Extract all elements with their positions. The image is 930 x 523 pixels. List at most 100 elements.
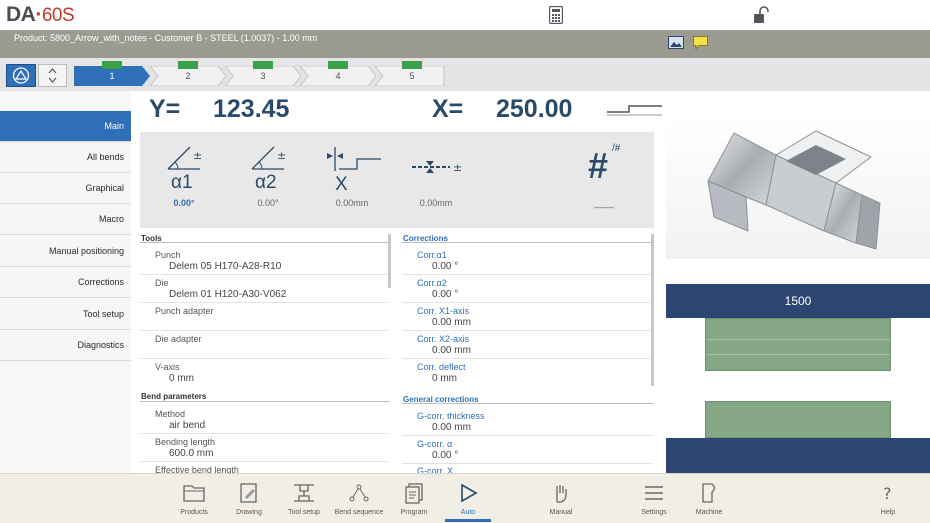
tool-row-value[interactable]: 0 mm bbox=[169, 373, 194, 384]
toolbar-label: Settings bbox=[641, 509, 667, 516]
unlock-icon[interactable] bbox=[753, 6, 769, 24]
die-holder-bar bbox=[666, 438, 930, 473]
sidebar-item-macro[interactable]: Macro bbox=[0, 204, 131, 235]
bend-param-value[interactable]: air bend bbox=[169, 420, 205, 431]
auto-button[interactable]: Auto bbox=[438, 474, 498, 522]
tool-length-bar: 1500 bbox=[666, 284, 930, 318]
note-icon[interactable] bbox=[693, 36, 708, 50]
bend-sequence-icon bbox=[349, 484, 369, 502]
lower-tool-block[interactable] bbox=[705, 401, 891, 438]
products-button[interactable]: Products bbox=[164, 474, 224, 522]
sidebar-item-main[interactable]: Main bbox=[0, 111, 131, 142]
step-done-marker bbox=[402, 61, 422, 69]
svg-text:±: ± bbox=[193, 149, 202, 162]
sidebar-item-manual-positioning[interactable]: Manual positioning bbox=[0, 236, 131, 267]
logo-model: 60S bbox=[41, 5, 75, 26]
step-label: 1 bbox=[109, 71, 115, 81]
divider bbox=[402, 330, 652, 331]
correction-row-label: Corr. X2-axis bbox=[417, 334, 470, 344]
step-done-marker bbox=[178, 61, 198, 69]
product-3d-view[interactable] bbox=[666, 113, 930, 259]
upper-tool-block[interactable] bbox=[705, 318, 891, 371]
svg-text:±: ± bbox=[453, 161, 462, 174]
x-axis-value: 250.00 bbox=[496, 95, 573, 123]
correction-row-label: Corr. X1-axis bbox=[417, 306, 470, 316]
toolbar-label: Auto bbox=[460, 509, 476, 516]
sidebar-item-graphical[interactable]: Graphical bbox=[0, 173, 131, 204]
sidebar-item-label: Macro bbox=[98, 214, 124, 224]
correction-row-value[interactable]: 0.00 ° bbox=[432, 261, 458, 272]
divider bbox=[140, 433, 388, 434]
correction-row-value[interactable]: 0.00 mm bbox=[432, 317, 471, 328]
picture-icon[interactable] bbox=[668, 36, 684, 49]
sidebar-item-diagnostics[interactable]: Diagnostics bbox=[0, 330, 131, 361]
sidebar-item-label: Manual positioning bbox=[48, 246, 124, 256]
toolbar-label: Program bbox=[400, 509, 428, 516]
sidebar-item-tool-setup[interactable]: Tool setup bbox=[0, 299, 131, 330]
product-bar: Product: 5800_Arrow_with_notes - Custome… bbox=[0, 30, 930, 58]
sidebar-item-label: Tool setup bbox=[82, 309, 124, 319]
tools-scrollbar[interactable] bbox=[388, 234, 391, 288]
machine-button[interactable]: Machine bbox=[679, 474, 739, 522]
bend-sequence-button[interactable]: Bend sequence bbox=[329, 474, 389, 522]
robot-icon bbox=[12, 67, 30, 84]
robot-mode-button[interactable] bbox=[6, 64, 36, 87]
toolbar-label: Machine bbox=[695, 509, 723, 516]
bend-param-value[interactable]: 600.0 mm bbox=[169, 448, 213, 459]
hand-icon bbox=[556, 485, 567, 503]
svg-text:±: ± bbox=[277, 149, 286, 162]
correction-row-value[interactable]: 0.00 ° bbox=[432, 289, 458, 300]
divider bbox=[402, 463, 652, 464]
angle-2-value: 0.00° bbox=[257, 198, 279, 208]
tool-row-value[interactable]: Delem 05 H170-A28-R10 bbox=[169, 261, 281, 272]
divider bbox=[140, 274, 388, 275]
divider bbox=[140, 242, 390, 243]
tool-row-value[interactable]: Delem 01 H120-A30-V062 bbox=[169, 289, 286, 300]
correction-row-label: Corr. deflect bbox=[417, 362, 466, 372]
tool-row-label: Punch adapter bbox=[155, 306, 214, 316]
tool-setup-button[interactable]: Tool setup bbox=[274, 474, 334, 522]
corrections-scrollbar[interactable] bbox=[651, 234, 654, 386]
bend-param-label: Bending length bbox=[155, 437, 216, 447]
folder-icon bbox=[183, 485, 205, 502]
divider bbox=[402, 358, 652, 359]
play-icon bbox=[461, 483, 478, 503]
active-tab-indicator bbox=[445, 519, 491, 522]
bend-param-label: Method bbox=[155, 409, 186, 419]
settings-button[interactable]: Settings bbox=[624, 474, 684, 522]
manual-button[interactable]: Manual bbox=[531, 474, 591, 522]
drawing-button[interactable]: Drawing bbox=[219, 474, 279, 522]
program-button[interactable]: Program bbox=[384, 474, 444, 522]
sidebar-item-label: All bends bbox=[86, 152, 124, 162]
divider bbox=[706, 354, 890, 355]
general-correction-value[interactable]: 0.00 ° bbox=[432, 450, 458, 461]
divider bbox=[402, 435, 652, 436]
tool-row-label: V-axis bbox=[155, 362, 180, 372]
sidebar-item-corrections[interactable]: Corrections bbox=[0, 267, 131, 298]
x-correction-value: 0.00mm bbox=[335, 198, 369, 208]
divider bbox=[140, 461, 388, 462]
bend-count-symbol: # bbox=[588, 145, 609, 186]
step-tab-1[interactable]: 1 bbox=[74, 61, 150, 86]
step-tab-5[interactable]: 5 bbox=[375, 61, 445, 86]
correction-row-value[interactable]: 0.00 mm bbox=[432, 345, 471, 356]
x-correction-symbol: X bbox=[335, 174, 348, 195]
up-down-arrows-icon bbox=[48, 68, 57, 83]
step-tab-4[interactable]: 4 bbox=[300, 61, 376, 86]
general-correction-value[interactable]: 0.00 mm bbox=[432, 422, 471, 433]
angle-1-icon: ± bbox=[167, 146, 202, 170]
step-tab-2[interactable]: 2 bbox=[150, 61, 226, 86]
correction-row-value[interactable]: 0 mm bbox=[432, 373, 457, 384]
step-scroll-button[interactable] bbox=[38, 64, 67, 87]
calculator-icon[interactable] bbox=[549, 6, 563, 24]
step-label: 5 bbox=[409, 71, 415, 81]
sidebar-item-all-bends[interactable]: All bends bbox=[0, 142, 131, 173]
divider bbox=[140, 330, 388, 331]
help-button[interactable]: ? Help bbox=[858, 474, 918, 522]
general-correction-label: G-corr. thickness bbox=[417, 411, 485, 421]
general-correction-label: G-corr. α bbox=[417, 439, 453, 449]
step-tab-3[interactable]: 3 bbox=[225, 61, 301, 86]
toolbar-label: Manual bbox=[549, 509, 573, 516]
divider bbox=[706, 339, 890, 340]
divider bbox=[402, 403, 654, 404]
